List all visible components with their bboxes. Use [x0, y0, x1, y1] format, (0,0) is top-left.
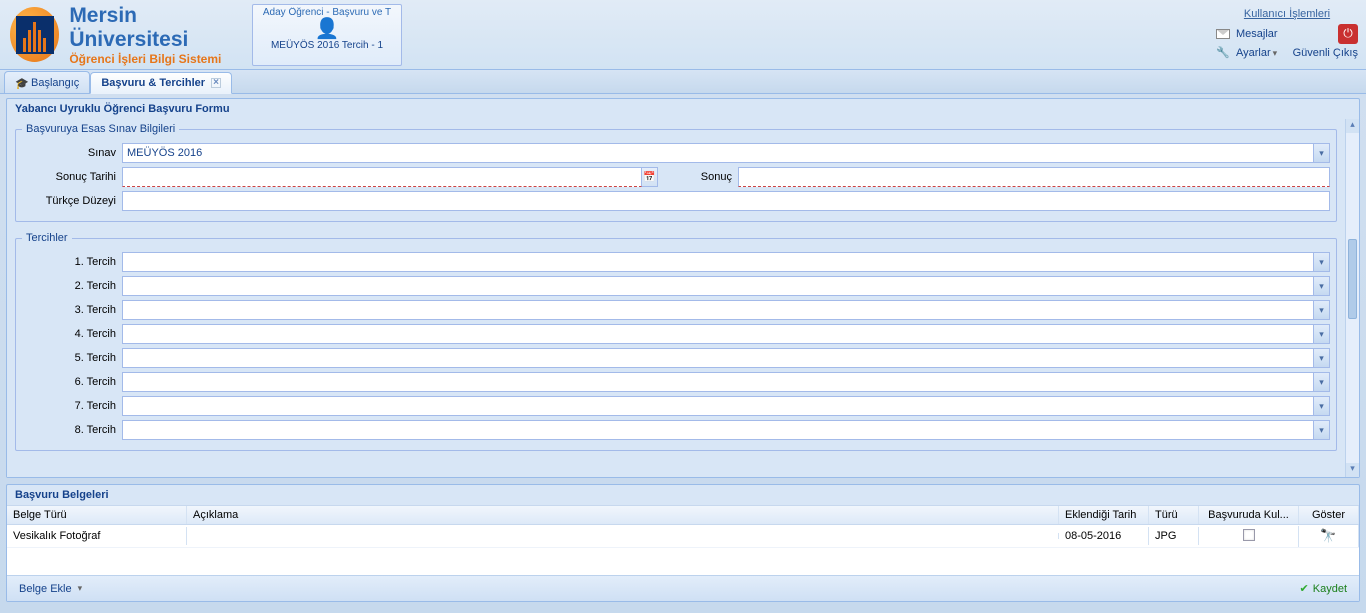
tr-level-input[interactable] — [122, 191, 1330, 211]
tab-start-label: Başlangıç — [31, 77, 79, 89]
label-pref-7: 7. Tercih — [22, 400, 122, 412]
col-show[interactable]: Göster — [1299, 506, 1359, 524]
label-pref-4: 4. Tercih — [22, 328, 122, 340]
documents-grid-body: Vesikalık Fotoğraf 08-05-2016 JPG 🔭 — [7, 525, 1359, 575]
cell-doc-type: Vesikalık Fotoğraf — [7, 527, 187, 545]
col-doc-type[interactable]: Belge Türü — [7, 506, 187, 524]
exam-value: MEÜYÖS 2016 — [127, 147, 202, 159]
pref-2-select[interactable]: ▾ — [122, 276, 1330, 296]
scroll-up-icon[interactable]: ▴ — [1346, 119, 1359, 133]
university-name: Mersin Üniversitesi — [69, 4, 242, 52]
binoculars-icon[interactable]: 🔭 — [1320, 528, 1336, 543]
result-date-input[interactable] — [122, 167, 642, 187]
chevron-down-icon[interactable]: ▾ — [1313, 349, 1329, 367]
form-title: Yabancı Uyruklu Öğrenci Başvuru Formu — [7, 99, 1359, 119]
documents-panel: Başvuru Belgeleri Belge Türü Açıklama Ek… — [6, 484, 1360, 602]
col-desc[interactable]: Açıklama — [187, 506, 1059, 524]
label-pref-1: 1. Tercih — [22, 256, 122, 268]
chevron-down-icon[interactable]: ▾ — [1313, 144, 1329, 162]
vertical-scrollbar[interactable]: ▴ ▾ — [1345, 119, 1359, 477]
label-pref-5: 5. Tercih — [22, 352, 122, 364]
graduate-icon: 🎓 — [15, 77, 27, 89]
cell-ftype: JPG — [1149, 527, 1199, 545]
settings-link[interactable]: Ayarlar — [1236, 47, 1277, 59]
tab-application[interactable]: Başvuru & Tercihler × — [90, 72, 232, 94]
add-doc-button[interactable]: Belge Ekle — [13, 581, 88, 597]
portlet-title: Aday Öğrenci - Başvuru ve T — [255, 7, 399, 18]
pref-5-select[interactable]: ▾ — [122, 348, 1330, 368]
main-area: Yabancı Uyruklu Öğrenci Başvuru Formu Ba… — [0, 94, 1366, 606]
label-result-date: Sonuç Tarihi — [22, 171, 122, 183]
cell-desc — [187, 533, 1059, 539]
messages-link[interactable]: Mesajlar — [1236, 28, 1278, 40]
documents-toolbar: Belge Ekle Kaydet — [7, 575, 1359, 601]
mail-icon — [1216, 29, 1230, 39]
top-bar: Mersin Üniversitesi Öğrenci İşleri Bilgi… — [0, 0, 1366, 70]
col-ftype[interactable]: Türü — [1149, 506, 1199, 524]
user-ops-panel: Kullanıcı İşlemleri Mesajlar ⏻ Ayarlar G… — [1216, 8, 1366, 62]
shortcut-portlet[interactable]: Aday Öğrenci - Başvuru ve T 👤 MEÜYÖS 201… — [252, 4, 402, 66]
col-date[interactable]: Eklendiği Tarih — [1059, 506, 1149, 524]
label-pref-8: 8. Tercih — [22, 424, 122, 436]
label-tr-level: Türkçe Düzeyi — [22, 195, 122, 207]
calendar-icon[interactable]: 📅 — [642, 167, 658, 187]
logo-text: Mersin Üniversitesi Öğrenci İşleri Bilgi… — [69, 4, 242, 66]
student-icon: 👤 — [255, 18, 399, 40]
pref-8-select[interactable]: ▾ — [122, 420, 1330, 440]
system-name: Öğrenci İşleri Bilgi Sistemi — [69, 52, 242, 66]
power-icon[interactable]: ⏻ — [1338, 24, 1358, 44]
exam-select[interactable]: MEÜYÖS 2016 ▾ — [122, 143, 1330, 163]
label-result: Sonuç — [658, 171, 738, 183]
settings-icon — [1216, 46, 1230, 60]
chevron-down-icon[interactable]: ▾ — [1313, 277, 1329, 295]
application-form-panel: Yabancı Uyruklu Öğrenci Başvuru Formu Ba… — [6, 98, 1360, 478]
form-scroll-area: Başvuruya Esas Sınav Bilgileri Sınav MEÜ… — [7, 119, 1345, 477]
cell-date: 08-05-2016 — [1059, 527, 1149, 545]
chevron-down-icon[interactable]: ▾ — [1313, 397, 1329, 415]
label-pref-3: 3. Tercih — [22, 304, 122, 316]
cell-used — [1199, 526, 1299, 547]
main-tabs: 🎓 Başlangıç Başvuru & Tercihler × — [0, 70, 1366, 94]
scroll-down-icon[interactable]: ▾ — [1346, 463, 1359, 477]
chevron-down-icon[interactable]: ▾ — [1313, 253, 1329, 271]
label-exam: Sınav — [22, 147, 122, 159]
pref-6-select[interactable]: ▾ — [122, 372, 1330, 392]
documents-grid-header: Belge Türü Açıklama Eklendiği Tarih Türü… — [7, 505, 1359, 525]
chevron-down-icon[interactable]: ▾ — [1313, 301, 1329, 319]
chevron-down-icon[interactable]: ▾ — [1313, 421, 1329, 439]
table-row[interactable]: Vesikalık Fotoğraf 08-05-2016 JPG 🔭 — [7, 525, 1359, 548]
pref-1-select[interactable]: ▾ — [122, 252, 1330, 272]
safe-logout-link[interactable]: Güvenli Çıkış — [1293, 47, 1358, 59]
university-logo-icon — [10, 7, 59, 62]
pref-4-select[interactable]: ▾ — [122, 324, 1330, 344]
chevron-down-icon[interactable]: ▾ — [1313, 325, 1329, 343]
exam-info-fieldset: Başvuruya Esas Sınav Bilgileri Sınav MEÜ… — [15, 123, 1337, 222]
close-icon[interactable]: × — [211, 78, 221, 88]
checkbox-icon[interactable] — [1243, 529, 1255, 541]
label-pref-6: 6. Tercih — [22, 376, 122, 388]
label-pref-2: 2. Tercih — [22, 280, 122, 292]
exam-info-legend: Başvuruya Esas Sınav Bilgileri — [22, 123, 179, 135]
form-body: Başvuruya Esas Sınav Bilgileri Sınav MEÜ… — [7, 119, 1359, 477]
cell-show: 🔭 — [1299, 525, 1359, 547]
documents-title: Başvuru Belgeleri — [7, 485, 1359, 505]
chevron-down-icon[interactable]: ▾ — [1313, 373, 1329, 391]
portlet-subtitle: MEÜYÖS 2016 Tercih - 1 — [255, 40, 399, 51]
user-ops-title[interactable]: Kullanıcı İşlemleri — [1216, 8, 1358, 20]
result-input[interactable] — [738, 167, 1330, 187]
save-button[interactable]: Kaydet — [1294, 580, 1353, 597]
col-used[interactable]: Başvuruda Kul... — [1199, 506, 1299, 524]
preferences-fieldset: Tercihler 1. Tercih ▾ 2. Tercih ▾ 3. Terci… — [15, 232, 1337, 451]
scroll-thumb[interactable] — [1348, 239, 1357, 319]
pref-3-select[interactable]: ▾ — [122, 300, 1330, 320]
pref-7-select[interactable]: ▾ — [122, 396, 1330, 416]
logo-block: Mersin Üniversitesi Öğrenci İşleri Bilgi… — [0, 4, 252, 66]
tab-start[interactable]: 🎓 Başlangıç — [4, 71, 90, 93]
tab-application-label: Başvuru & Tercihler — [101, 77, 205, 89]
preferences-legend: Tercihler — [22, 232, 72, 244]
